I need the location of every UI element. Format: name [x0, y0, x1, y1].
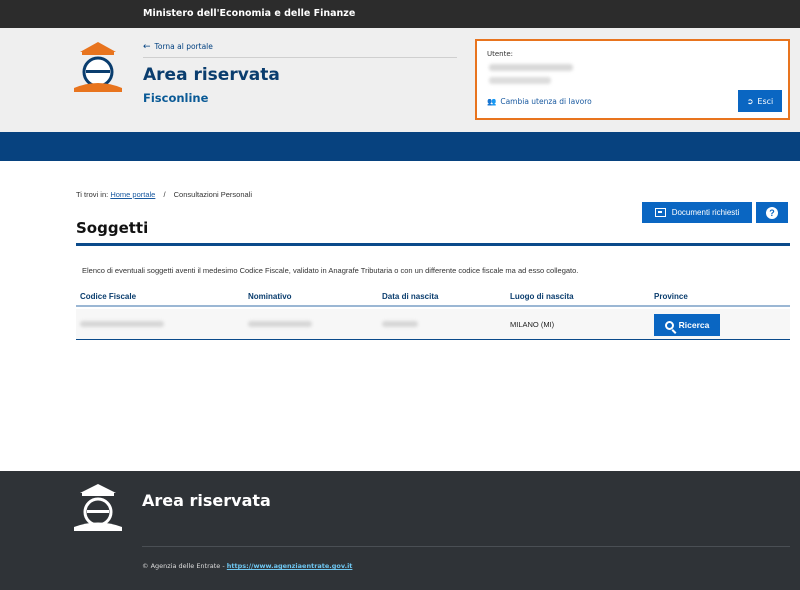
breadcrumb-prefix: Ti trovi in:: [76, 190, 109, 199]
user-box: Utente: 👥 Cambia utenza di lavoro ➲ Esci: [475, 39, 790, 120]
breadcrumb-current: Consultazioni Personali: [173, 190, 253, 199]
archive-icon: [654, 208, 666, 217]
help-icon: ?: [766, 206, 778, 219]
help-button[interactable]: ?: [756, 202, 788, 223]
documents-requested-button[interactable]: Documenti richiesti: [642, 202, 752, 223]
nominativo-redacted: [248, 321, 312, 327]
page-title: Soggetti: [76, 219, 149, 237]
title-divider: [76, 243, 790, 246]
footer-divider: [142, 546, 790, 547]
table-bottom-divider: [76, 339, 790, 340]
breadcrumb-home-link[interactable]: Home portale: [110, 190, 155, 199]
user-label: Utente:: [487, 50, 514, 58]
data-nascita-redacted: [382, 321, 418, 327]
top-bar: Ministero dell'Economia e delle Finanze: [0, 0, 800, 28]
header-codice-fiscale: Codice Fiscale: [80, 292, 137, 301]
footer-copyright: © Agenzia delle Entrate - https://www.ag…: [142, 562, 352, 570]
header-data-nascita: Data di nascita: [382, 292, 439, 301]
sign-out-icon: ➲: [746, 96, 754, 106]
breadcrumb-separator: /: [163, 190, 166, 199]
header: ← Torna al portale Area riservata Fisconl…: [0, 28, 800, 132]
header-nominativo: Nominativo: [248, 292, 292, 301]
change-user-link[interactable]: 👥 Cambia utenza di lavoro: [487, 97, 592, 106]
area-subtitle: Fisconline: [143, 91, 209, 105]
change-user-label: Cambia utenza di lavoro: [500, 97, 592, 106]
agenzia-entrate-footer-logo-icon: [74, 484, 122, 531]
user-code-redacted: [489, 77, 551, 84]
footer-title: Area riservata: [142, 491, 271, 510]
header-luogo-nascita: Luogo di nascita: [510, 292, 574, 301]
ministry-name: Ministero dell'Economia e delle Finanze: [143, 8, 356, 19]
header-province: Province: [654, 292, 688, 301]
back-link-label: Torna al portale: [154, 42, 213, 51]
table-row: MILANO (MI) Ricerca: [76, 309, 790, 339]
search-icon: [664, 320, 674, 330]
luogo-nascita-cell: MILANO (MI): [510, 320, 555, 329]
breadcrumb: Ti trovi in: Home portale / Consultazion…: [76, 190, 252, 199]
logout-label: Esci: [757, 96, 774, 106]
codice-fiscale-redacted: [80, 321, 164, 327]
footer: Area riservata © Agenzia delle Entrate -…: [0, 471, 800, 590]
user-name-redacted: [489, 64, 573, 71]
nav-bar: [0, 132, 800, 161]
logout-button[interactable]: ➲ Esci: [738, 90, 782, 112]
users-icon: 👥: [487, 97, 497, 106]
agenzia-entrate-logo-icon: [74, 42, 122, 92]
back-to-portal-link[interactable]: ← Torna al portale: [143, 42, 213, 52]
area-title: Area riservata: [143, 65, 280, 85]
documents-requested-label: Documenti richiesti: [671, 208, 740, 217]
ricerca-label: Ricerca: [678, 320, 710, 330]
table-header-divider: [76, 305, 790, 307]
copyright-text: © Agenzia delle Entrate -: [142, 562, 227, 570]
arrow-left-icon: ←: [143, 42, 151, 52]
ricerca-button[interactable]: Ricerca: [654, 314, 720, 336]
agenzia-website-link[interactable]: https://www.agenziaentrate.gov.it: [227, 562, 353, 570]
header-divider: [143, 57, 457, 58]
description: Elenco di eventuali soggetti aventi il m…: [82, 266, 579, 275]
